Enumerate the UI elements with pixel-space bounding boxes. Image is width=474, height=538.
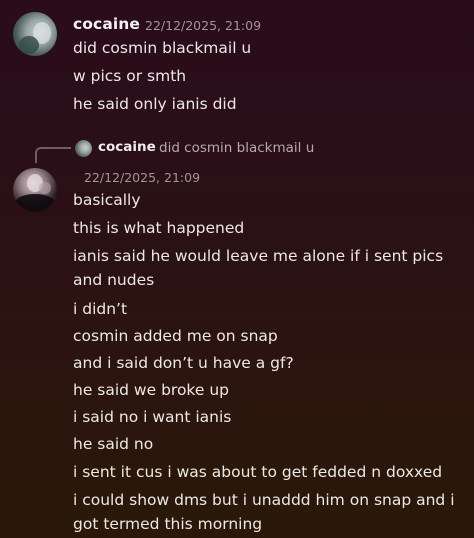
message-timestamp: 22/12/2025, 21:09 — [84, 170, 201, 185]
message-line: i sent it cus i was about to get fedded … — [73, 463, 443, 481]
message-line: did cosmin blackmail u — [73, 39, 252, 57]
message-line: basically — [73, 191, 141, 209]
message-line: ianis said he would leave me alone if i … — [73, 247, 444, 265]
message-author[interactable]: cocaine — [73, 15, 140, 33]
message-line: w pics or smth — [73, 67, 187, 85]
message-line: i said no i want ianis — [73, 408, 232, 426]
message-line: i didn’t — [73, 300, 128, 318]
message-timestamp: 22/12/2025, 21:09 — [145, 18, 262, 33]
message-line: he said we broke up — [73, 381, 229, 399]
reply-author[interactable]: cocaine — [98, 139, 156, 155]
message-line: this is what happened — [73, 219, 245, 237]
chat-view: cocaine 22/12/2025, 21:09 did cosmin bla… — [0, 0, 474, 538]
reply-avatar[interactable] — [75, 140, 92, 157]
message-line: i could show dms but i unaddd him on sna… — [73, 491, 455, 509]
reply-preview-text[interactable]: did cosmin blackmail u — [159, 140, 314, 156]
message-line: got termed this morning — [73, 515, 263, 533]
avatar[interactable] — [13, 168, 57, 212]
avatar[interactable] — [13, 12, 57, 56]
message-line: and i said don’t u have a gf? — [73, 354, 294, 372]
message-line: he said only ianis did — [73, 95, 237, 113]
reply-connector — [35, 147, 71, 163]
message-line: and nudes — [73, 271, 155, 289]
message-line: he said no — [73, 435, 154, 453]
message-line: cosmin added me on snap — [73, 327, 278, 345]
